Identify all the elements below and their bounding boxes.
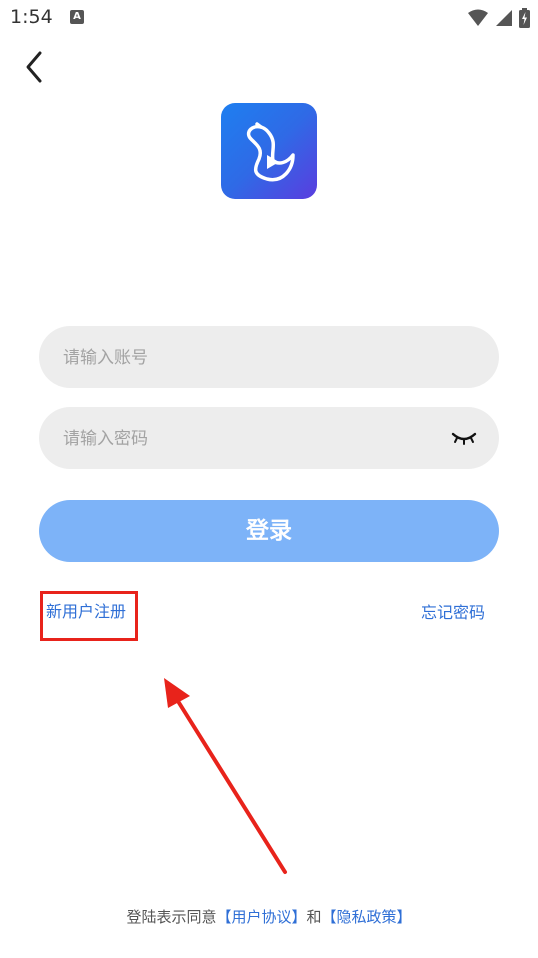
- agreement-prefix: 登陆表示同意: [126, 908, 217, 926]
- agreement-conjunction: 和: [306, 908, 322, 926]
- privacy-policy-link[interactable]: 【隐私政策】: [322, 908, 412, 926]
- user-agreement-link[interactable]: 【用户协议】: [216, 908, 306, 926]
- annotation-arrow-icon: [164, 678, 287, 874]
- agreement-text: 登陆表示同意【用户协议】和【隐私政策】: [0, 906, 538, 927]
